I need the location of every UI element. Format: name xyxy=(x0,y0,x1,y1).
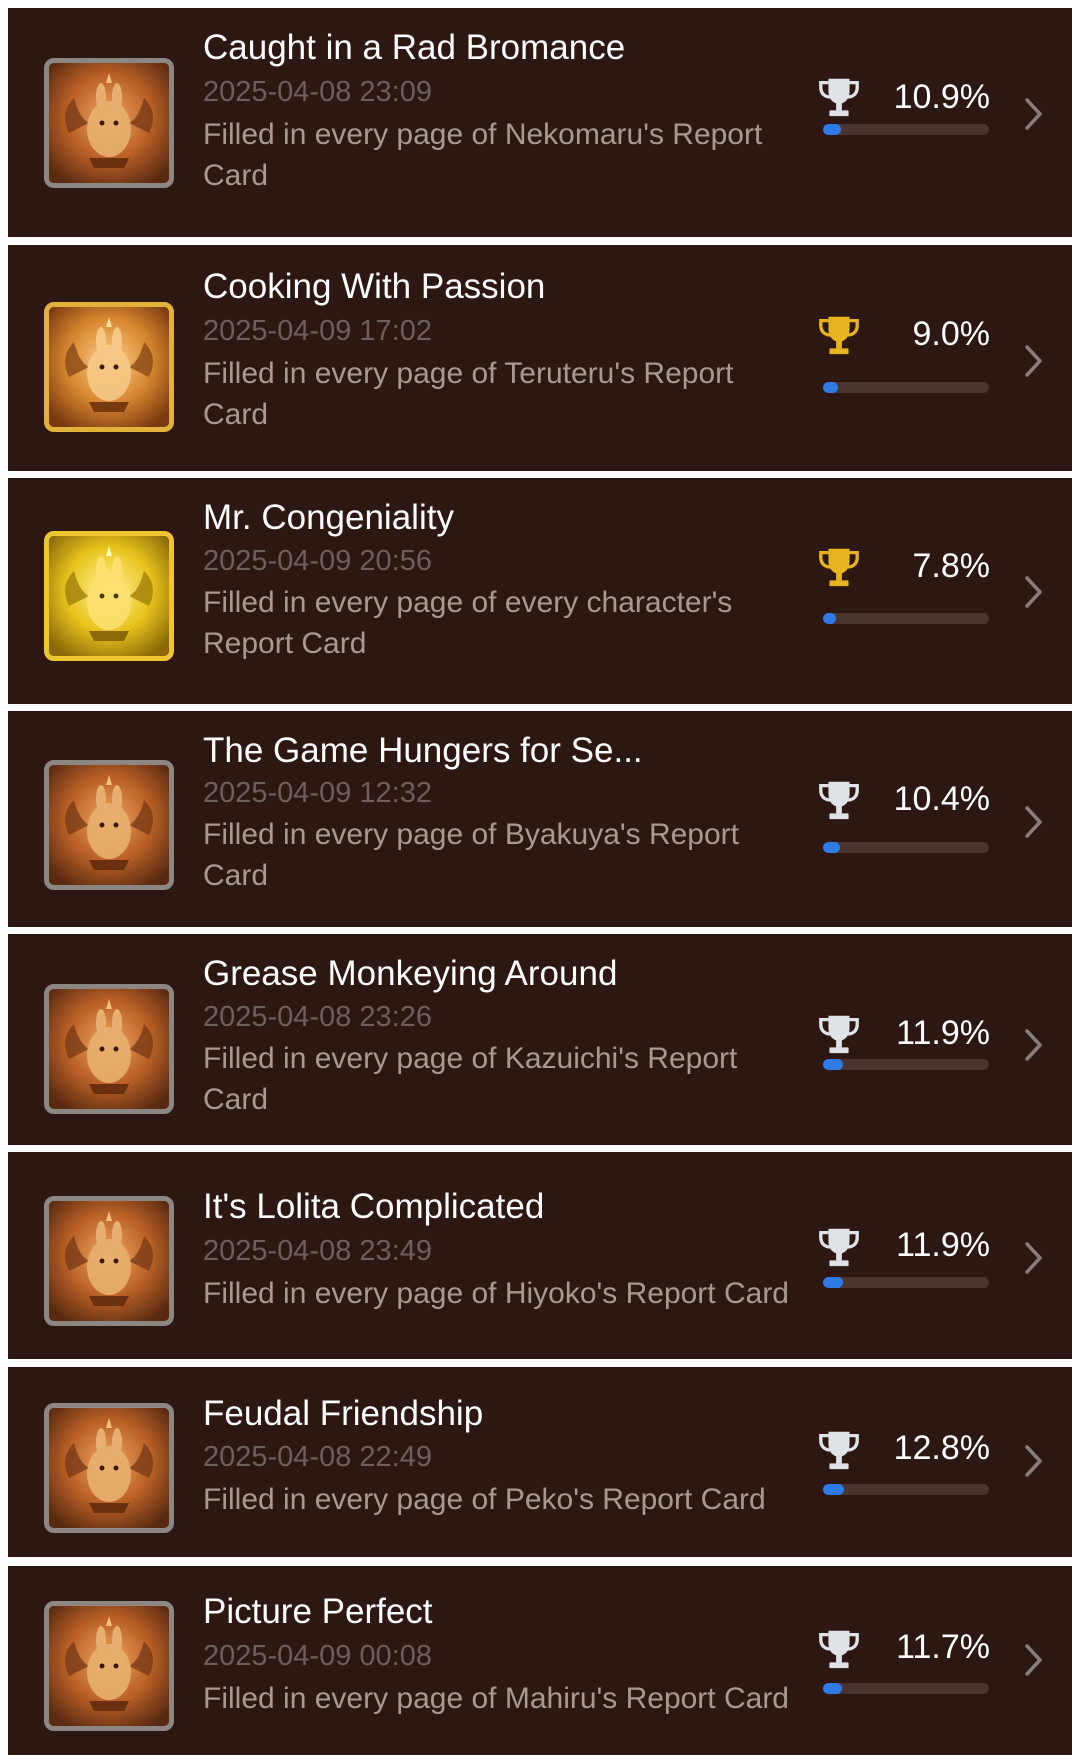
achievement-badge-image xyxy=(44,1196,174,1326)
chevron-right-icon[interactable] xyxy=(1022,1027,1046,1063)
achievement-date: 2025-04-09 00:08 xyxy=(203,1640,432,1672)
chevron-right-icon[interactable] xyxy=(1022,804,1046,840)
achievement-card[interactable]: Cooking With Passion 2025-04-09 17:02 Fi… xyxy=(8,245,1072,471)
achievement-badge-image xyxy=(44,984,174,1114)
achievement-card[interactable]: The Game Hungers for Se... 2025-04-09 12… xyxy=(8,711,1072,927)
trophy-silver-icon xyxy=(819,78,859,117)
rarity-progress-bar xyxy=(823,382,989,393)
achievement-title: Cooking With Passion xyxy=(203,267,546,306)
rabbit-emblem-icon xyxy=(49,765,169,885)
rabbit-emblem-icon xyxy=(49,307,169,427)
rarity-progress-fill xyxy=(823,124,842,135)
achievement-description: Filled in every page of Teruteru's Repor… xyxy=(203,357,734,431)
rabbit-emblem-icon xyxy=(49,63,169,183)
rarity-progress-fill xyxy=(823,1059,843,1070)
unlock-percentage: 12.8% xyxy=(893,1429,990,1467)
trophy-gold-icon xyxy=(819,316,859,355)
achievement-title: It's Lolita Complicated xyxy=(203,1187,545,1226)
trophy-silver-icon xyxy=(819,1015,859,1054)
unlock-percentage: 11.9% xyxy=(896,1226,990,1264)
trophy-silver-icon xyxy=(819,1228,859,1267)
chevron-right-icon[interactable] xyxy=(1022,1642,1046,1678)
achievement-date: 2025-04-08 23:09 xyxy=(203,76,432,108)
achievement-badge-image xyxy=(44,1403,174,1533)
unlock-percentage: 11.9% xyxy=(896,1014,990,1052)
achievement-title: Feudal Friendship xyxy=(203,1394,484,1433)
rarity-progress-bar xyxy=(823,613,989,624)
achievement-date: 2025-04-09 20:56 xyxy=(203,545,432,577)
chevron-right-icon[interactable] xyxy=(1022,1240,1046,1276)
achievement-list: Caught in a Rad Bromance 2025-04-08 23:0… xyxy=(0,0,1080,1762)
achievement-card[interactable]: Feudal Friendship 2025-04-08 22:49 Fille… xyxy=(8,1367,1072,1557)
chevron-right-icon[interactable] xyxy=(1022,1443,1046,1479)
rabbit-emblem-icon xyxy=(49,1606,169,1726)
achievement-description: Filled in every page of Kazuichi's Repor… xyxy=(203,1042,738,1116)
unlock-percentage: 10.4% xyxy=(893,780,990,818)
achievement-card[interactable]: Caught in a Rad Bromance 2025-04-08 23:0… xyxy=(8,8,1072,237)
chevron-right-icon[interactable] xyxy=(1022,574,1046,610)
achievement-date: 2025-04-09 17:02 xyxy=(203,315,432,347)
achievement-card[interactable]: Grease Monkeying Around 2025-04-08 23:26… xyxy=(8,934,1072,1145)
unlock-percentage: 11.7% xyxy=(896,1628,990,1666)
achievement-description: Filled in every page of Mahiru's Report … xyxy=(203,1682,789,1715)
achievement-title: Caught in a Rad Bromance xyxy=(203,28,626,67)
achievement-badge-image xyxy=(44,531,174,661)
trophy-silver-icon xyxy=(819,1431,859,1470)
rarity-progress-bar xyxy=(823,842,989,853)
unlock-percentage: 10.9% xyxy=(893,78,990,116)
rabbit-emblem-icon xyxy=(49,1201,169,1321)
rabbit-emblem-icon xyxy=(49,536,169,656)
achievement-badge-image xyxy=(44,58,174,188)
rarity-progress-bar xyxy=(823,124,989,135)
achievement-title: The Game Hungers for Se... xyxy=(203,731,643,770)
achievement-title: Picture Perfect xyxy=(203,1592,433,1631)
achievement-date: 2025-04-09 12:32 xyxy=(203,777,432,809)
achievement-description: Filled in every page of Nekomaru's Repor… xyxy=(203,118,763,192)
achievement-date: 2025-04-08 22:49 xyxy=(203,1441,432,1473)
trophy-gold-icon xyxy=(819,548,859,587)
achievement-date: 2025-04-08 23:49 xyxy=(203,1235,432,1267)
achievement-badge-image xyxy=(44,1601,174,1731)
trophy-silver-icon xyxy=(819,1630,859,1669)
unlock-percentage: 9.0% xyxy=(912,315,991,353)
achievement-date: 2025-04-08 23:26 xyxy=(203,1001,432,1033)
achievement-title: Grease Monkeying Around xyxy=(203,954,618,993)
rarity-progress-fill xyxy=(823,1484,845,1495)
achievement-card[interactable]: It's Lolita Complicated 2025-04-08 23:49… xyxy=(8,1152,1072,1359)
rarity-progress-fill xyxy=(823,613,837,624)
achievement-description: Filled in every page of every character'… xyxy=(203,586,733,660)
rarity-progress-bar xyxy=(823,1683,989,1694)
rarity-progress-fill xyxy=(823,1683,843,1694)
rabbit-emblem-icon xyxy=(49,1408,169,1528)
rarity-progress-fill xyxy=(823,842,841,853)
achievement-badge-image xyxy=(44,760,174,890)
chevron-right-icon[interactable] xyxy=(1022,96,1046,132)
rarity-progress-fill xyxy=(823,382,838,393)
unlock-percentage: 7.8% xyxy=(912,547,991,585)
chevron-right-icon[interactable] xyxy=(1022,343,1046,379)
rarity-progress-fill xyxy=(823,1277,843,1288)
trophy-silver-icon xyxy=(819,781,859,820)
achievement-description: Filled in every page of Peko's Report Ca… xyxy=(203,1483,766,1516)
rarity-progress-bar xyxy=(823,1484,989,1495)
rabbit-emblem-icon xyxy=(49,989,169,1109)
achievement-card[interactable]: Mr. Congeniality 2025-04-09 20:56 Filled… xyxy=(8,478,1072,704)
achievement-badge-image xyxy=(44,302,174,432)
achievement-description: Filled in every page of Hiyoko's Report … xyxy=(203,1277,789,1310)
achievement-description: Filled in every page of Byakuya's Report… xyxy=(203,818,740,892)
achievement-title: Mr. Congeniality xyxy=(203,498,454,537)
rarity-progress-bar xyxy=(823,1059,989,1070)
rarity-progress-bar xyxy=(823,1277,989,1288)
achievement-card[interactable]: Picture Perfect 2025-04-09 00:08 Filled … xyxy=(8,1566,1072,1755)
